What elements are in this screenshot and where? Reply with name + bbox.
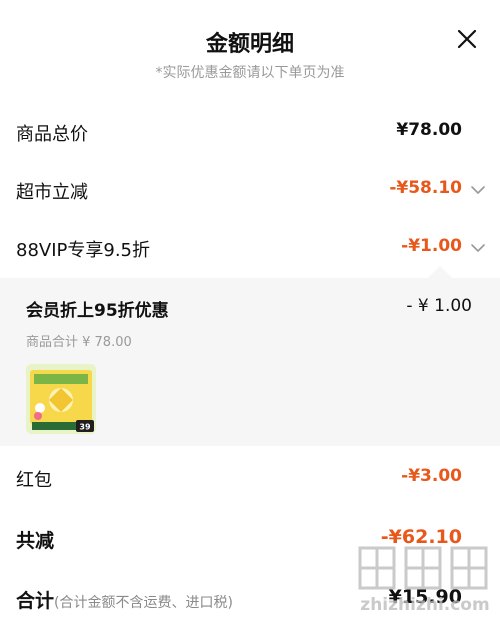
page-subtitle: *实际优惠金额请以下单页为准: [155, 65, 345, 81]
grand-total-amount: ¥15.90: [388, 586, 462, 608]
grand-total-title: 合计: [16, 590, 55, 612]
product-badge: 39: [79, 423, 91, 432]
grand-total-label: 合计(合计金额不含运费、进口税): [16, 586, 233, 613]
chevron-up-icon[interactable]: [470, 240, 486, 256]
goods-total-label: 商品总价: [16, 124, 88, 145]
header: 金额明细 *实际优惠金额请以下单页为准: [0, 0, 500, 100]
supermarket-discount-row[interactable]: 超市立减 -¥58.10: [0, 170, 500, 210]
close-icon: [457, 29, 477, 49]
panel-pointer: [428, 266, 452, 278]
total-reduce-amount: -¥62.10: [380, 526, 462, 548]
vip-discount-row[interactable]: 88VIP专享9.5折 -¥1.00: [0, 228, 500, 268]
red-packet-row: 红包 -¥3.00: [0, 458, 500, 498]
vip-discount-label: 88VIP专享9.5折: [16, 240, 151, 261]
total-reduce-row: 共减 -¥62.10: [0, 518, 500, 558]
red-packet-amount: -¥3.00: [401, 466, 462, 486]
red-packet-label: 红包: [16, 470, 52, 491]
goods-total-row: 商品总价 ¥78.00: [0, 112, 500, 152]
product-image: 39: [26, 364, 96, 434]
supermarket-discount-amount: -¥58.10: [389, 178, 462, 198]
grand-total-row: 合计(合计金额不含运费、进口税) ¥15.90: [0, 578, 500, 618]
vip-detail-subtotal: 商品合计 ¥ 78.00: [26, 335, 132, 350]
close-button[interactable]: [456, 28, 478, 50]
vip-detail-amount: - ¥ 1.00: [406, 296, 472, 316]
product-thumbnail[interactable]: 39: [26, 364, 96, 434]
goods-total-amount: ¥78.00: [396, 120, 462, 140]
total-reduce-label: 共减: [16, 530, 55, 552]
vip-detail-panel: 会员折上95折优惠 - ¥ 1.00 商品合计 ¥ 78.00 39: [0, 278, 500, 446]
vip-detail-title: 会员折上95折优惠: [26, 301, 169, 321]
grand-total-note: (合计金额不含运费、进口税): [54, 595, 233, 611]
vip-discount-amount: -¥1.00: [401, 236, 462, 256]
page-title: 金额明细: [205, 32, 294, 57]
chevron-down-icon[interactable]: [470, 182, 486, 198]
supermarket-discount-label: 超市立减: [16, 182, 88, 203]
